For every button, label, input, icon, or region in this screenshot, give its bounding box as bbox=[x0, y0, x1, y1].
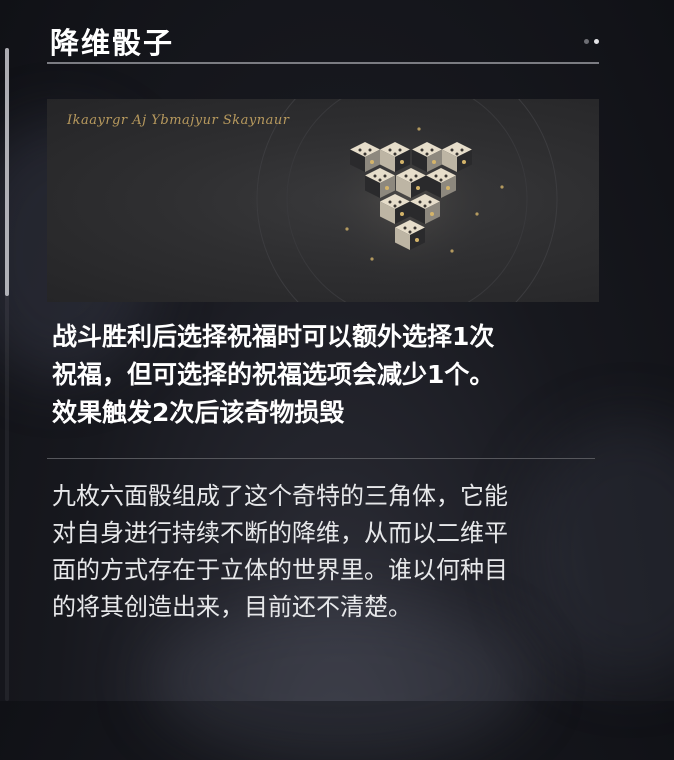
die-pip bbox=[393, 204, 397, 208]
sparkle bbox=[450, 249, 454, 253]
lore-description: 九枚六面骰组成了这个奇特的三角体，它能 对自身进行持续不断的降维，从而以二维平 … bbox=[52, 482, 508, 621]
sparkle bbox=[417, 127, 421, 131]
sparkle bbox=[370, 257, 374, 261]
die-pip bbox=[414, 174, 418, 178]
die-pip bbox=[450, 148, 454, 152]
curio-artwork: Ikaayrgr Aj Ybmajyur Skaynaur bbox=[47, 99, 599, 302]
die-pip bbox=[393, 152, 397, 156]
decorative-script: Ikaayrgr Aj Ybmajyur Skaynaur bbox=[67, 113, 290, 128]
die-pip bbox=[428, 200, 432, 204]
sparkle bbox=[475, 212, 479, 216]
title-row: 降维骰子 bbox=[47, 0, 599, 66]
page-title: 降维骰子 bbox=[50, 26, 175, 60]
die-pip bbox=[446, 186, 450, 190]
die-pip bbox=[455, 152, 459, 156]
die-pip bbox=[413, 226, 417, 230]
die-pip bbox=[378, 178, 382, 182]
die-pip bbox=[368, 148, 372, 152]
die-pip bbox=[425, 152, 429, 156]
die-pip bbox=[462, 160, 466, 164]
die-pip bbox=[385, 186, 389, 190]
die-pip bbox=[398, 148, 402, 152]
die-pip bbox=[416, 186, 420, 190]
sparkle bbox=[345, 227, 349, 231]
scrollbar-thumb[interactable] bbox=[5, 48, 9, 296]
die-pip bbox=[430, 148, 434, 152]
die-pip bbox=[423, 204, 427, 208]
die-pip bbox=[388, 200, 392, 204]
die-pip bbox=[430, 212, 434, 216]
die-pip bbox=[444, 174, 448, 178]
dice-triangle-icon bbox=[256, 99, 558, 302]
section-divider bbox=[47, 458, 595, 459]
die-pip bbox=[404, 174, 408, 178]
die-pip bbox=[388, 148, 392, 152]
die-pip bbox=[400, 212, 404, 216]
die-pip bbox=[434, 174, 438, 178]
die-pip bbox=[400, 160, 404, 164]
die-pip bbox=[439, 178, 443, 182]
die-pip bbox=[408, 230, 412, 234]
die-pip bbox=[418, 200, 422, 204]
die-pip bbox=[403, 226, 407, 230]
dots-icon bbox=[584, 39, 599, 44]
die-pip bbox=[358, 148, 362, 152]
sparkle bbox=[500, 185, 504, 189]
curio-detail-panel: 降维骰子 Ikaayrgr Aj Ybmajyur Skaynaur 战斗胜利后… bbox=[47, 0, 599, 621]
die-pip bbox=[420, 148, 424, 152]
die-pip bbox=[409, 178, 413, 182]
effect-description: 战斗胜利后选择祝福时可以额外选择1次 祝福，但可选择的祝福选项会减少1个。 效果… bbox=[52, 322, 495, 427]
die-pip bbox=[460, 148, 464, 152]
title-underline bbox=[47, 62, 599, 64]
die-pip bbox=[415, 238, 419, 242]
die-pip bbox=[363, 152, 367, 156]
die-pip bbox=[398, 200, 402, 204]
die-pip bbox=[383, 174, 387, 178]
die-pip bbox=[432, 160, 436, 164]
die-pip bbox=[373, 174, 377, 178]
die-pip bbox=[370, 160, 374, 164]
